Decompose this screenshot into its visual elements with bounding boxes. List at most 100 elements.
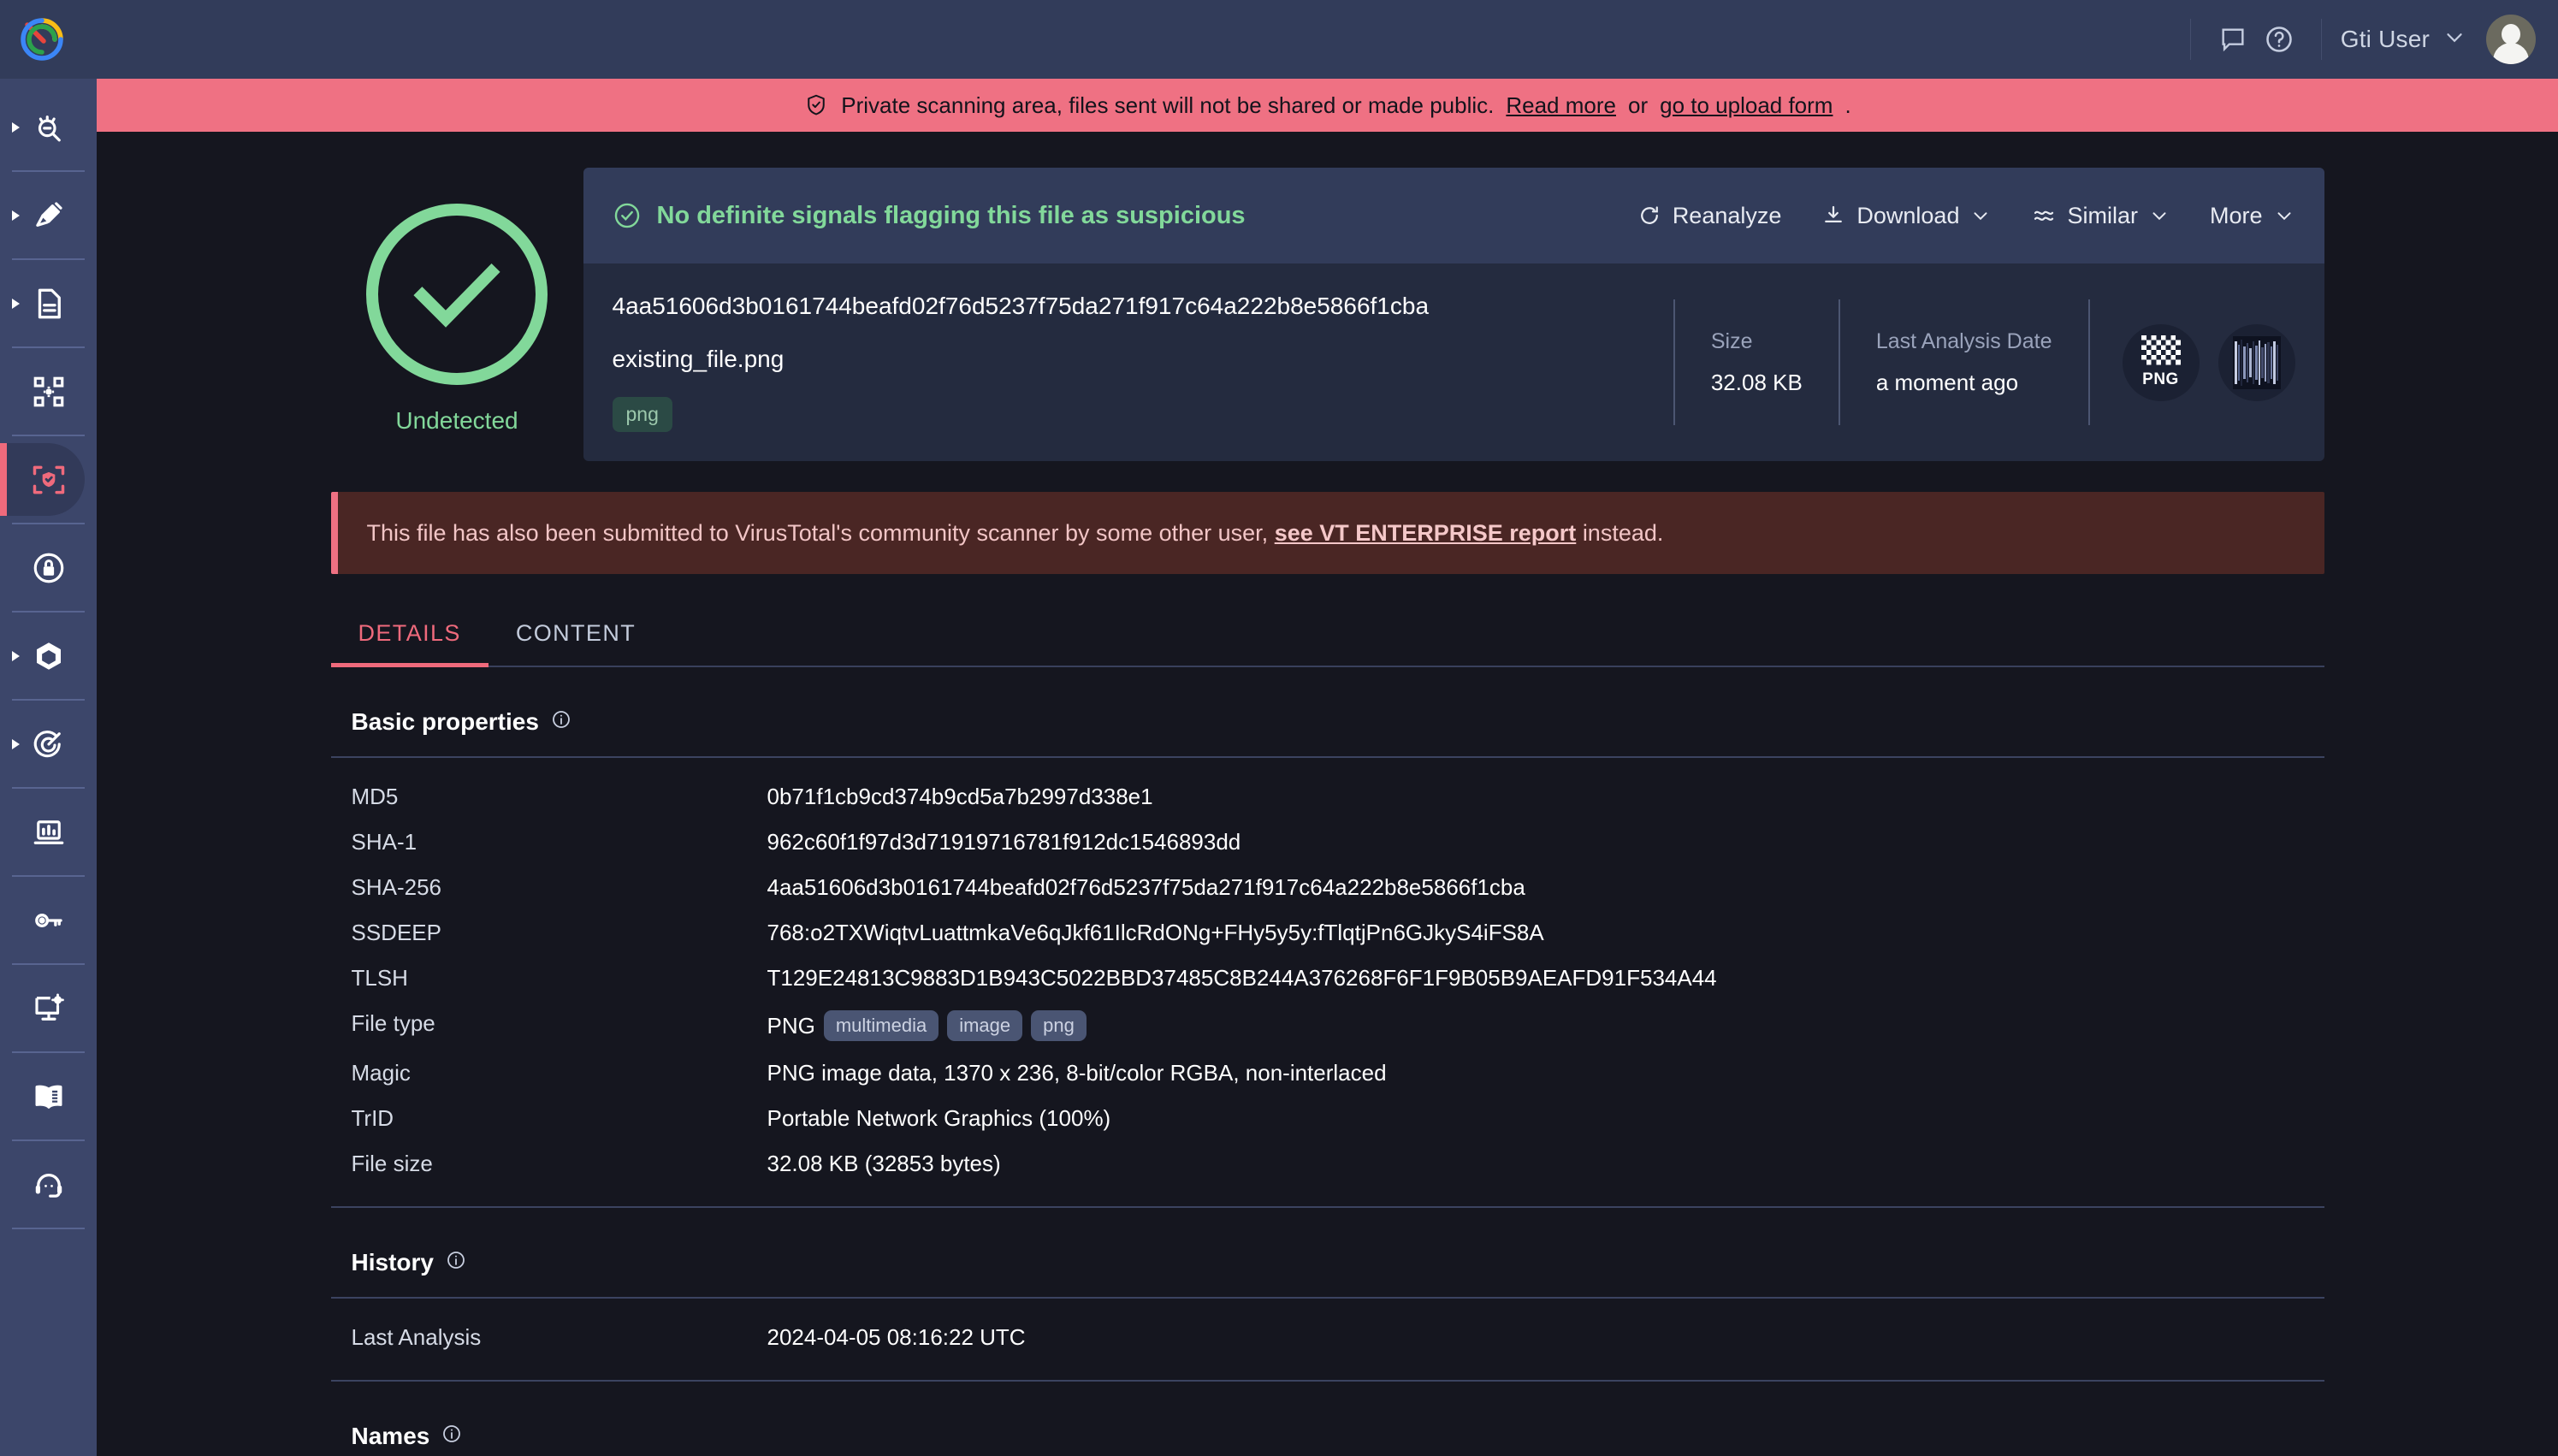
table-row: Magic PNG image data, 1370 x 236, 8-bit/… <box>331 1051 2324 1096</box>
file-tag-image[interactable]: image <box>947 1010 1023 1041</box>
png-thumbnail[interactable]: PNG <box>2122 323 2200 401</box>
table-row: Last Analysis 2024-04-05 08:16:22 UTC <box>331 1299 2324 1380</box>
file-type-tag[interactable]: png <box>612 397 672 432</box>
file-type-value: PNG <box>767 1013 815 1039</box>
radar-icon <box>31 726 67 762</box>
similar-label: Similar <box>2067 202 2138 228</box>
similar-button[interactable]: Similar <box>2031 203 2170 229</box>
content-inner: Undetected No definite signals flagging … <box>330 132 2324 1456</box>
reanalyze-button[interactable]: Reanalyze <box>1637 202 1782 229</box>
caret-right-icon <box>12 738 20 749</box>
top-bar-right: Gti User <box>2171 0 2558 79</box>
info-icon[interactable] <box>551 708 571 736</box>
read-more-link[interactable]: Read more <box>1506 92 1616 119</box>
reanalyze-label: Reanalyze <box>1672 202 1782 228</box>
support-icon <box>31 1167 67 1203</box>
sidebar-item-private-scanning[interactable] <box>0 436 97 523</box>
chat-icon[interactable] <box>2210 16 2256 62</box>
row-value: 4aa51606d3b0161744beafd02f76d5237f75da27… <box>767 874 1525 900</box>
file-tag-multimedia[interactable]: multimedia <box>823 1010 939 1041</box>
analytics-icon <box>31 814 67 850</box>
warning-text-after: instead. <box>1582 519 1664 546</box>
names-title: Names <box>331 1382 2324 1456</box>
row-value: 0b71f1cb9cd374b9cd5a7b2997d338e1 <box>767 784 1153 809</box>
chevron-down-icon[interactable] <box>2442 25 2467 55</box>
size-value: 32.08 KB <box>1710 369 1803 395</box>
enterprise-warning-banner: This file has also been submitted to Vir… <box>330 492 2324 574</box>
vt-enterprise-report-link[interactable]: see VT ENTERPRISE report <box>1275 520 1577 547</box>
history-table: Last Analysis 2024-04-05 08:16:22 UTC <box>331 1299 2324 1380</box>
file-meta: Size 32.08 KB Last Analysis Date a momen… <box>1665 293 2295 432</box>
app-root: Gti User Private scanning area, files se… <box>0 0 2558 1456</box>
file-tag-png[interactable]: png <box>1031 1010 1087 1041</box>
row-key: Magic <box>351 1060 411 1086</box>
sidebar-item-collections[interactable] <box>0 613 97 699</box>
table-row: File size 32.08 KB (32853 bytes) <box>331 1141 2324 1206</box>
row-value: 768:o2TXWiqtvLuattmkaVe6qJkf61IlcRdONg+F… <box>767 920 1544 945</box>
row-value: T129E24813C9883D1B943C5022BBD37485C8B244… <box>767 965 1717 991</box>
sidebar-item-documentation[interactable] <box>0 1053 97 1139</box>
sidebar-item-reports[interactable] <box>0 260 97 346</box>
privacy-banner-period: . <box>1844 92 1851 118</box>
row-value: PNG image data, 1370 x 236, 8-bit/color … <box>767 1060 1387 1086</box>
table-row: SSDEEP 768:o2TXWiqtvLuattmkaVe6qJkf61Ilc… <box>331 910 2324 956</box>
last-analysis-date-label: Last Analysis Date <box>1875 328 2052 353</box>
info-icon[interactable] <box>446 1249 466 1276</box>
virustotal-logo[interactable] <box>15 13 68 66</box>
caret-right-icon <box>12 298 20 309</box>
basic-properties-title: Basic properties <box>331 667 2324 756</box>
shield-check-icon <box>803 92 829 118</box>
caret-right-icon <box>12 121 20 133</box>
verdict-label: Undetected <box>395 407 518 434</box>
main-area: Private scanning area, files sent will n… <box>97 79 2558 1456</box>
body-wrapper: Private scanning area, files sent will n… <box>0 79 2558 1456</box>
sidebar-item-api-key[interactable] <box>0 877 97 963</box>
avatar-body <box>2493 43 2529 64</box>
info-icon[interactable] <box>441 1423 462 1450</box>
help-icon[interactable] <box>2256 16 2302 62</box>
file-identity: 4aa51606d3b0161744beafd02f76d5237f75da27… <box>612 293 1665 432</box>
caret-right-icon <box>12 650 20 661</box>
entropy-barcode-thumbnail[interactable] <box>2218 323 2295 401</box>
avatar-head <box>2502 24 2520 44</box>
divider <box>12 1228 85 1229</box>
privacy-banner: Private scanning area, files sent will n… <box>97 79 2558 132</box>
book-icon <box>31 1079 67 1115</box>
tab-content[interactable]: CONTENT <box>489 620 663 666</box>
privacy-banner-text: Private scanning area, files sent will n… <box>841 92 1495 118</box>
sidebar-item-hunting[interactable] <box>0 172 97 258</box>
tab-details[interactable]: DETAILS <box>330 620 489 667</box>
table-row: File type PNG multimedia image png <box>331 1001 2324 1051</box>
basic-properties-table: MD5 0b71f1cb9cd374b9cd5a7b2997d338e1 SHA… <box>331 758 2324 1206</box>
table-row: TLSH T129E24813C9883D1B943C5022BBD37485C… <box>331 956 2324 1001</box>
sidebar-item-vault[interactable] <box>0 524 97 611</box>
lock-icon <box>31 550 67 586</box>
download-button[interactable]: Download <box>1821 203 1992 229</box>
content-scroll: Undetected No definite signals flagging … <box>97 132 2558 1456</box>
active-indicator <box>0 443 7 516</box>
divider <box>2189 19 2191 60</box>
file-card-header: No definite signals flagging this file a… <box>583 168 2324 263</box>
top-bar: Gti User <box>0 0 2558 79</box>
size-label: Size <box>1710 328 1753 353</box>
sidebar-item-search[interactable] <box>0 84 97 170</box>
sidebar-item-settings[interactable] <box>0 965 97 1051</box>
upload-form-link[interactable]: go to upload form <box>1660 92 1833 119</box>
names-label: Names <box>351 1423 430 1449</box>
divider <box>2320 19 2322 60</box>
sidebar-item-graph[interactable] <box>0 348 97 435</box>
sidebar-item-monitoring[interactable] <box>0 701 97 787</box>
user-name: Gti User <box>2340 26 2430 52</box>
history-title: History <box>331 1208 2324 1297</box>
cube-icon <box>31 638 67 674</box>
sidebar-item-support[interactable] <box>0 1141 97 1228</box>
graph-icon <box>31 374 67 410</box>
basic-properties-label: Basic properties <box>351 708 539 735</box>
sidebar <box>0 79 97 1456</box>
more-button[interactable]: More <box>2210 203 2295 229</box>
avatar[interactable] <box>2486 15 2536 64</box>
row-key: SSDEEP <box>351 920 442 945</box>
sidebar-item-analytics[interactable] <box>0 789 97 875</box>
check-circle-icon <box>366 204 548 385</box>
chevron-down-icon <box>2277 212 2290 221</box>
